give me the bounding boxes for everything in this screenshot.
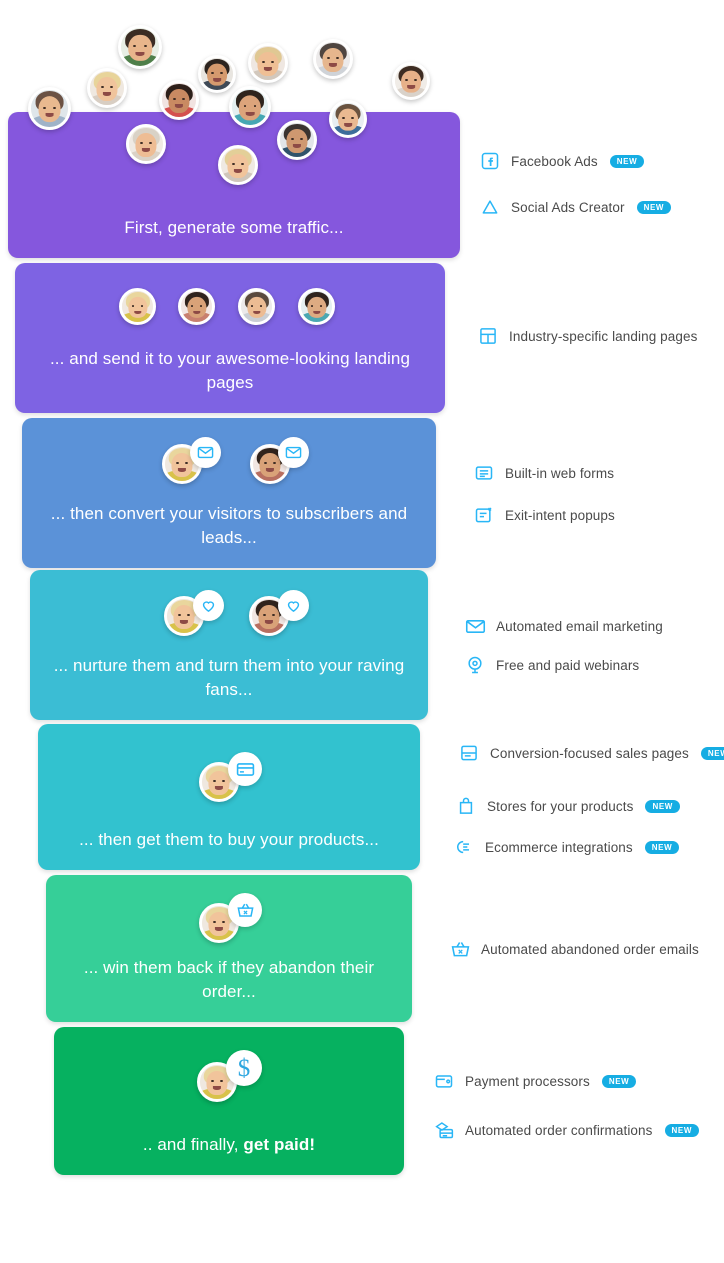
feature-label: Free and paid webinars [496, 657, 640, 673]
feature-label: Built-in web forms [505, 465, 615, 481]
feature-label: Payment processors [465, 1073, 590, 1089]
feature-label: Automated email marketing [496, 618, 663, 634]
new-badge: NEW [700, 746, 724, 760]
feature-label: Ecommerce integrations [485, 839, 633, 855]
feature-item-order-confirmations[interactable]: Automated order confirmations NEW [433, 1119, 699, 1141]
new-badge: NEW [609, 154, 645, 168]
feature-label: Industry-specific landing pages [509, 328, 698, 344]
feature-item-payment-processors[interactable]: Payment processors NEW [433, 1070, 637, 1092]
feature-item-email-marketing[interactable]: Automated email marketing [464, 615, 663, 637]
feature-item-exit-popups[interactable]: Exit-intent popups [473, 504, 615, 526]
triangle-icon [479, 196, 501, 218]
feature-item-ecommerce[interactable]: Ecommerce integrations NEW [453, 836, 680, 858]
feature-label: Automated order confirmations [465, 1122, 653, 1138]
popup-icon [473, 504, 495, 526]
feature-label: Exit-intent popups [505, 507, 615, 523]
feature-item-abandoned-orders[interactable]: Automated abandoned order emails [449, 938, 699, 960]
layout-icon [477, 325, 499, 347]
wallet-icon [433, 1070, 455, 1092]
feature-item-landing-pages[interactable]: Industry-specific landing pages [477, 325, 697, 347]
funnel-infographic: First, generate some traffic... ... and … [0, 0, 724, 1263]
feature-item-web-forms[interactable]: Built-in web forms [473, 462, 614, 484]
mail-card-icon [433, 1119, 455, 1141]
feature-label: Facebook Ads [511, 153, 598, 169]
feature-label: Conversion-focused sales pages [490, 745, 689, 761]
feature-item-stores[interactable]: Stores for your products NEW [455, 795, 680, 817]
feature-label: Stores for your products [487, 798, 634, 814]
feature-item-facebook-ads[interactable]: Facebook Ads NEW [479, 150, 645, 172]
form-icon [473, 462, 495, 484]
envelope-icon [464, 615, 486, 637]
feature-item-webinars[interactable]: Free and paid webinars [464, 654, 639, 676]
webinar-icon [464, 654, 486, 676]
feature-label: Automated abandoned order emails [481, 941, 699, 957]
feature-item-social-ads-creator[interactable]: Social Ads Creator NEW [479, 196, 672, 218]
new-badge: NEW [664, 1123, 699, 1137]
new-badge: NEW [645, 799, 680, 813]
sales-page-icon [458, 742, 480, 764]
new-badge: NEW [601, 1074, 637, 1088]
feature-label: Social Ads Creator [511, 199, 625, 215]
feature-list: Facebook Ads NEW Social Ads Creator NEW … [0, 0, 724, 1263]
shopping-bag-icon [455, 795, 477, 817]
facebook-icon [479, 150, 501, 172]
new-badge: NEW [644, 840, 680, 854]
new-badge: NEW [636, 200, 672, 214]
plug-icon [453, 836, 475, 858]
basket-x-icon [449, 938, 471, 960]
feature-item-sales-pages[interactable]: Conversion-focused sales pages NEW [458, 742, 724, 764]
